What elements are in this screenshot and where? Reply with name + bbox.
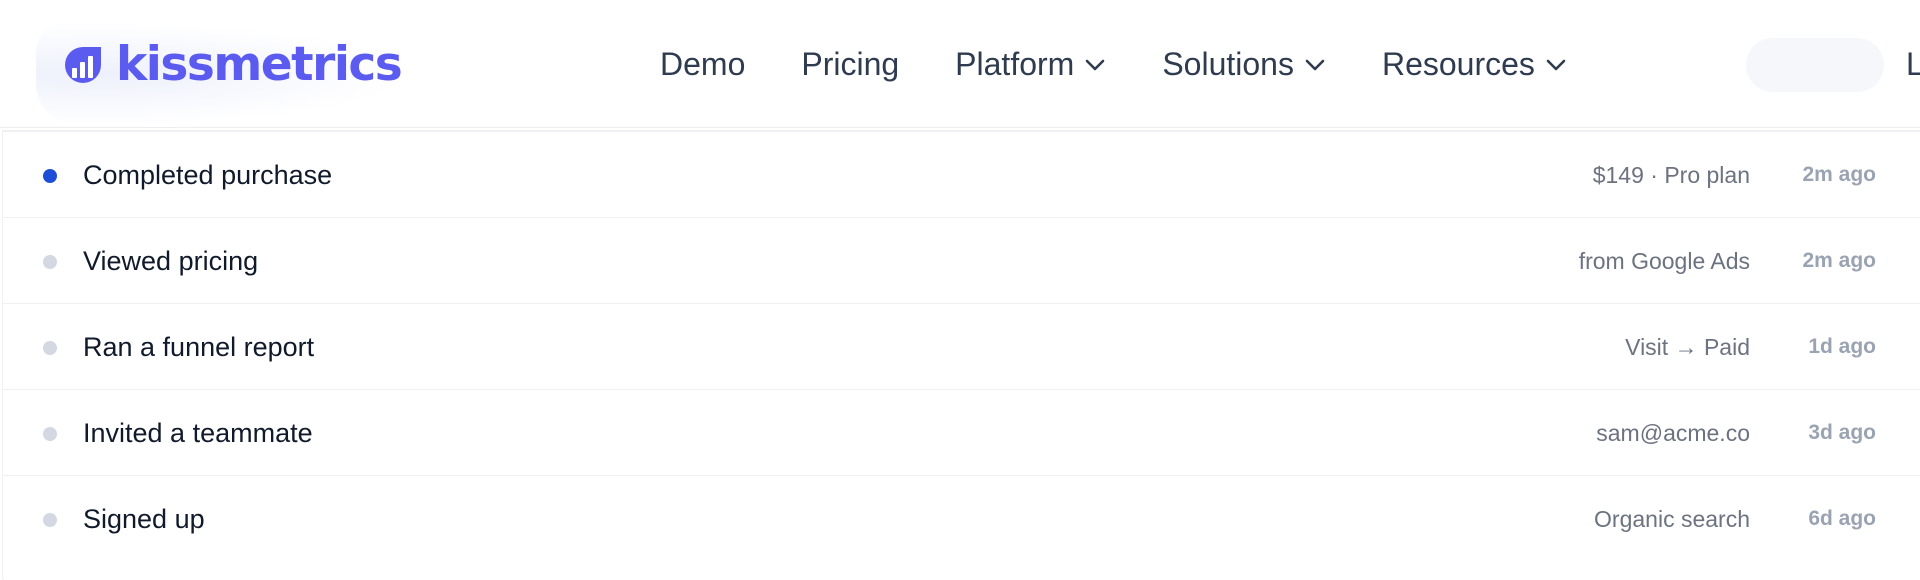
nav-item-pricing[interactable]: Pricing	[801, 36, 899, 92]
chevron-down-icon	[1305, 59, 1325, 71]
nav-item-label: Solutions	[1162, 46, 1294, 82]
nav-item-demo[interactable]: Demo	[660, 36, 745, 92]
list-item[interactable]: Invited a teammate sam@acme.co 3d ago	[3, 390, 1920, 476]
list-item[interactable]: Viewed pricing from Google Ads 2m ago	[3, 218, 1920, 304]
event-time: 2m ago	[1802, 249, 1876, 272]
site-header: kissmetrics Demo Pricing Platform Soluti…	[0, 0, 1920, 128]
event-time: 1d ago	[1808, 335, 1876, 358]
nav-item-label: Demo	[660, 46, 746, 82]
nav-item-truncated[interactable]: L	[1906, 36, 1920, 92]
nav-item-solutions[interactable]: Solutions	[1162, 36, 1326, 92]
page: kissmetrics Demo Pricing Platform Soluti…	[0, 0, 1920, 580]
event-time: 6d ago	[1808, 507, 1876, 530]
main-nav: Demo Pricing Platform Solutions Resource…	[660, 36, 1623, 92]
activity-feed: Completed purchase $149 · Pro plan 2m ag…	[2, 130, 1920, 580]
nav-item-label: Platform	[955, 46, 1075, 82]
brand-name: kissmetrics	[116, 37, 403, 92]
event-name: Viewed pricing	[83, 246, 259, 276]
event-time: 2m ago	[1802, 163, 1876, 186]
event-name: Ran a funnel report	[83, 332, 315, 362]
status-dot	[43, 513, 57, 527]
event-name: Signed up	[83, 504, 205, 534]
nav-item-label: Resources	[1381, 46, 1535, 82]
header-action-button[interactable]	[1746, 38, 1884, 92]
status-dot	[43, 341, 57, 355]
chevron-down-icon	[1086, 59, 1105, 71]
event-detail: from Google Ads	[1578, 248, 1750, 274]
event-name: Invited a teammate	[83, 418, 313, 448]
event-detail: Visit → Paid	[1625, 334, 1750, 360]
status-dot	[43, 255, 57, 269]
event-name: Completed purchase	[83, 160, 333, 190]
list-item[interactable]: Completed purchase $149 · Pro plan 2m ag…	[3, 132, 1920, 218]
list-item[interactable]: Signed up Organic search 6d ago	[3, 476, 1920, 562]
list-item[interactable]: Ran a funnel report Visit → Paid 1d ago	[3, 304, 1920, 390]
nav-item-platform[interactable]: Platform	[955, 36, 1106, 92]
status-dot	[43, 169, 57, 183]
analytics-logo-icon	[65, 47, 101, 83]
brand-logo-link[interactable]: kissmetrics	[62, 37, 403, 92]
status-dot	[43, 427, 57, 441]
chevron-down-icon	[1546, 59, 1566, 71]
nav-item-resources[interactable]: Resources	[1382, 36, 1567, 92]
event-detail: sam@acme.co	[1596, 420, 1750, 446]
event-detail: $149 · Pro plan	[1592, 162, 1750, 188]
nav-item-label: Pricing	[801, 46, 900, 82]
event-time: 3d ago	[1808, 421, 1876, 444]
event-detail: Organic search	[1594, 506, 1750, 532]
